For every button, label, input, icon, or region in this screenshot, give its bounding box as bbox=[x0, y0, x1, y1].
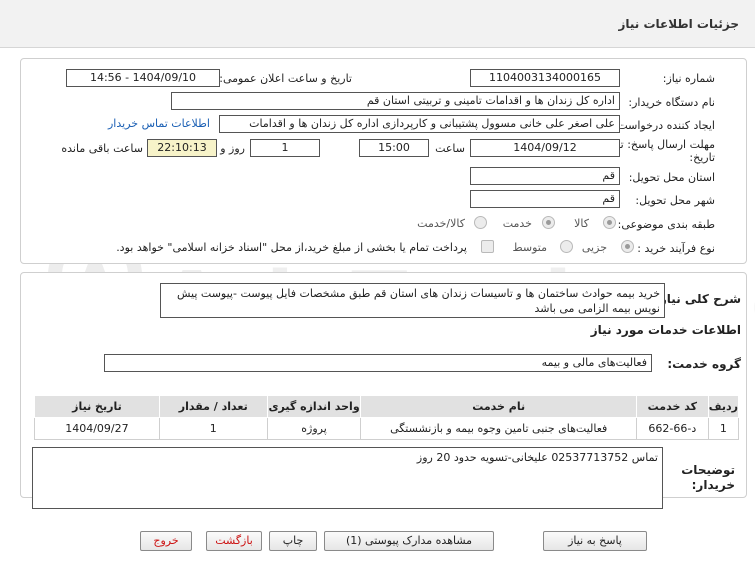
exit-button[interactable]: خروج bbox=[140, 531, 192, 551]
treasury-payment-note: پرداخت تمام یا بخشی از مبلغ خرید،از محل … bbox=[116, 241, 467, 254]
table-row: 1 د-66-662 فعالیت‌های جنبی تامین وجوه بی… bbox=[34, 417, 740, 440]
category-radio-goods[interactable] bbox=[603, 216, 616, 229]
category-label: طبقه بندی موضوعی: bbox=[617, 218, 715, 231]
process-radio-medium[interactable] bbox=[560, 240, 573, 253]
category-option-goods-service: کالا/خدمت bbox=[417, 217, 465, 230]
time-remaining-field: 22:10:13 bbox=[147, 139, 217, 157]
creator-label: ایجاد کننده درخواست: bbox=[613, 119, 715, 132]
process-option-minor: جزیی bbox=[581, 241, 607, 254]
deadline-time-label: ساعت bbox=[435, 142, 465, 155]
view-attachments-button[interactable]: مشاهده مدارک پیوستی (1) bbox=[324, 531, 494, 551]
buyer-notes-textbox: تماس 02537713752 علیخانی-تسویه حدود 20 ر… bbox=[32, 447, 663, 509]
city-field: قم bbox=[470, 190, 620, 208]
cell-service-name: فعالیت‌های جنبی تامین وجوه بیمه و بازنشس… bbox=[360, 417, 637, 440]
col-service-code: کد خدمت bbox=[635, 395, 709, 418]
cell-unit: پروژه bbox=[266, 417, 362, 440]
category-option-service: خدمت bbox=[502, 217, 532, 230]
col-quantity: تعداد / مقدار bbox=[158, 395, 268, 418]
page-title: جزئیات اطلاعات نیاز bbox=[618, 17, 739, 31]
treasury-payment-checkbox[interactable] bbox=[481, 240, 494, 253]
print-button[interactable]: چاپ bbox=[269, 531, 317, 551]
cell-service-code: د-66-662 bbox=[635, 417, 709, 440]
buyer-field: اداره کل زندان ها و اقدامات تامینی و ترب… bbox=[171, 92, 620, 110]
reply-button[interactable]: پاسخ به نیاز bbox=[543, 531, 647, 551]
back-button[interactable]: بازگشت bbox=[206, 531, 262, 551]
buyer-notes-label-line1: توضیحات bbox=[681, 463, 735, 477]
services-header: اطلاعات خدمات مورد نیاز bbox=[590, 323, 741, 337]
col-row: ردیف bbox=[707, 395, 740, 418]
cell-row: 1 bbox=[707, 417, 740, 440]
category-radio-goods-service[interactable] bbox=[474, 216, 487, 229]
service-group-field: فعالیت‌های مالی و بیمه bbox=[104, 354, 652, 372]
title-bar: جزئیات اطلاعات نیاز bbox=[0, 0, 755, 48]
buyer-contact-link[interactable]: اطلاعات تماس خریدار bbox=[108, 117, 210, 130]
announce-date-field: 1404/09/10 - 14:56 bbox=[66, 69, 220, 87]
deadline-time-field: 15:00 bbox=[359, 139, 429, 157]
buyer-label: نام دستگاه خریدار: bbox=[628, 96, 715, 109]
col-unit: واحد اندازه گیری bbox=[266, 395, 362, 418]
category-option-goods: کالا bbox=[574, 217, 589, 230]
cell-quantity: 1 bbox=[158, 417, 268, 440]
province-field: قم bbox=[470, 167, 620, 185]
col-need-date: تاریخ نیاز bbox=[34, 395, 160, 418]
days-label: روز و bbox=[220, 142, 245, 155]
need-number-label: شماره نیاز: bbox=[662, 72, 715, 85]
deadline-date-field: 1404/09/12 bbox=[470, 139, 620, 157]
deadline-label-line1: مهلت ارسال پاسخ: تا bbox=[617, 138, 715, 151]
province-label: استان محل تحویل: bbox=[628, 171, 715, 184]
process-radio-minor[interactable] bbox=[621, 240, 634, 253]
category-radio-service[interactable] bbox=[542, 216, 555, 229]
process-label: نوع فرآیند خرید : bbox=[637, 242, 715, 255]
announce-date-label: تاریخ و ساعت اعلان عمومی: bbox=[219, 72, 352, 85]
creator-field: علی اصغر علی خانی مسوول پشتیبانی و کارپر… bbox=[219, 115, 620, 133]
days-remaining-field: 1 bbox=[250, 139, 320, 157]
city-label: شهر محل تحویل: bbox=[635, 194, 715, 207]
need-number-field: 1104003134000165 bbox=[470, 69, 620, 87]
col-service-name: نام خدمت bbox=[360, 395, 637, 418]
cell-need-date: 1404/09/27 bbox=[34, 417, 160, 440]
service-group-label: گروه خدمت: bbox=[667, 357, 741, 371]
time-remaining-label: ساعت باقی مانده bbox=[61, 142, 143, 155]
buyer-notes-label-line2: خریدار: bbox=[691, 478, 735, 492]
services-table: ردیف کد خدمت نام خدمت واحد اندازه گیری ت… bbox=[34, 395, 740, 440]
description-label: شرح کلی نیاز: bbox=[655, 292, 741, 306]
request-info-panel bbox=[20, 58, 747, 264]
process-option-medium: متوسط bbox=[512, 241, 547, 254]
description-textbox: خرید بیمه حوادث ساختمان ها و تاسیسات زند… bbox=[160, 283, 665, 318]
deadline-label-line2: تاریخ: bbox=[689, 151, 715, 164]
